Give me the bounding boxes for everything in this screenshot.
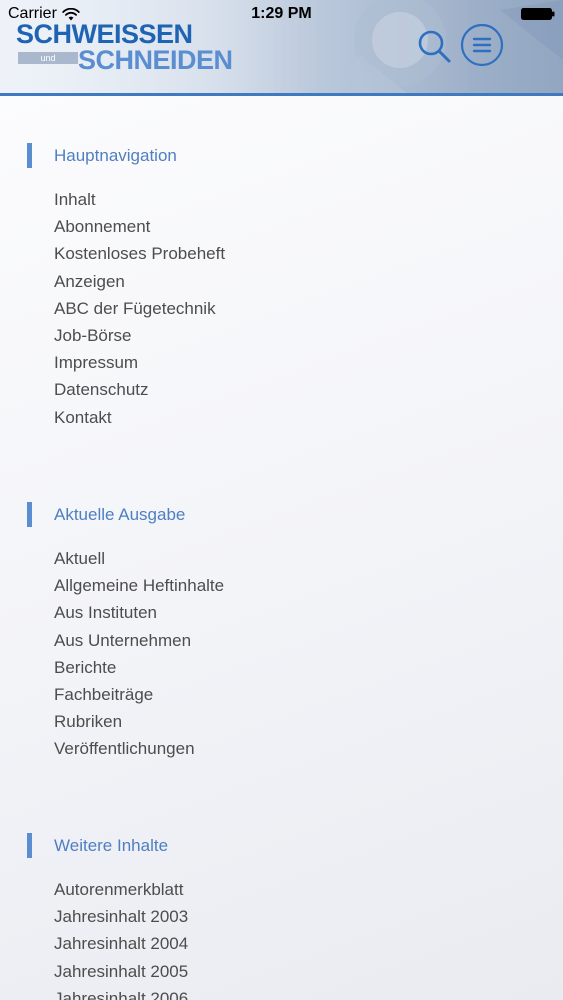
- section-aktuelle-ausgabe: Aktuelle Ausgabe Aktuell Allgemeine Heft…: [0, 501, 563, 758]
- search-icon: [418, 30, 451, 63]
- section-title: Weitere Inhalte: [54, 836, 169, 855]
- nav-item-berichte[interactable]: Berichte: [54, 654, 224, 681]
- nav-item-rubriken[interactable]: Rubriken: [54, 708, 224, 735]
- navigation-content: Hauptnavigation Inhalt Abonnement Kosten…: [0, 96, 563, 1000]
- battery-icon: [521, 8, 555, 20]
- nav-item-jahresinhalt-2005[interactable]: Jahresinhalt 2005: [54, 958, 188, 985]
- nav-item-anzeigen[interactable]: Anzeigen: [54, 268, 225, 295]
- nav-item-kostenloses-probeheft[interactable]: Kostenloses Probeheft: [54, 240, 225, 267]
- section-heading: Aktuelle Ausgabe: [0, 501, 563, 529]
- nav-item-job-boerse[interactable]: Job-Börse: [54, 322, 225, 349]
- nav-item-jahresinhalt-2003[interactable]: Jahresinhalt 2003: [54, 903, 188, 930]
- nav-list: Autorenmerkblatt Jahresinhalt 2003 Jahre…: [54, 876, 188, 1000]
- logo-line2: SCHNEIDEN: [78, 45, 233, 75]
- section-title: Aktuelle Ausgabe: [54, 505, 186, 524]
- nav-item-abc-der-fuegetechnik[interactable]: ABC der Fügetechnik: [54, 295, 225, 322]
- nav-item-veroeffentlichungen[interactable]: Veröffentlichungen: [54, 735, 224, 762]
- status-bar: Carrier 1:29 PM: [0, 0, 563, 28]
- search-button[interactable]: [414, 26, 454, 66]
- logo-und: und: [18, 52, 78, 64]
- heading-accent-bar: [27, 143, 32, 168]
- nav-item-jahresinhalt-2006[interactable]: Jahresinhalt 2006: [54, 985, 188, 1000]
- logo[interactable]: SCHWEISSEN und SCHNEIDEN: [16, 20, 256, 76]
- menu-icon: [460, 23, 504, 67]
- nav-list: Aktuell Allgemeine Heftinhalte Aus Insti…: [54, 545, 224, 763]
- nav-item-aus-instituten[interactable]: Aus Instituten: [54, 599, 224, 626]
- nav-list: Inhalt Abonnement Kostenloses Probeheft …: [54, 186, 225, 431]
- nav-item-aus-unternehmen[interactable]: Aus Unternehmen: [54, 627, 224, 654]
- heading-accent-bar: [27, 833, 32, 858]
- menu-button[interactable]: [460, 23, 504, 67]
- section-title: Hauptnavigation: [54, 146, 177, 165]
- nav-item-kontakt[interactable]: Kontakt: [54, 404, 225, 431]
- section-hauptnavigation: Hauptnavigation Inhalt Abonnement Kosten…: [0, 142, 563, 427]
- nav-item-datenschutz[interactable]: Datenschutz: [54, 376, 225, 403]
- status-time: 1:29 PM: [251, 5, 312, 22]
- nav-item-jahresinhalt-2004[interactable]: Jahresinhalt 2004: [54, 930, 188, 957]
- section-heading: Weitere Inhalte: [0, 832, 563, 860]
- nav-item-allgemeine-heftinhalte[interactable]: Allgemeine Heftinhalte: [54, 572, 224, 599]
- nav-item-inhalt[interactable]: Inhalt: [54, 186, 225, 213]
- section-weitere-inhalte: Weitere Inhalte Autorenmerkblatt Jahresi…: [0, 832, 563, 1000]
- nav-item-autorenmerkblatt[interactable]: Autorenmerkblatt: [54, 876, 188, 903]
- nav-item-abonnement[interactable]: Abonnement: [54, 213, 225, 240]
- nav-item-fachbeitraege[interactable]: Fachbeiträge: [54, 681, 224, 708]
- heading-accent-bar: [27, 502, 32, 527]
- nav-item-impressum[interactable]: Impressum: [54, 349, 225, 376]
- section-heading: Hauptnavigation: [0, 142, 563, 170]
- nav-item-aktuell[interactable]: Aktuell: [54, 545, 224, 572]
